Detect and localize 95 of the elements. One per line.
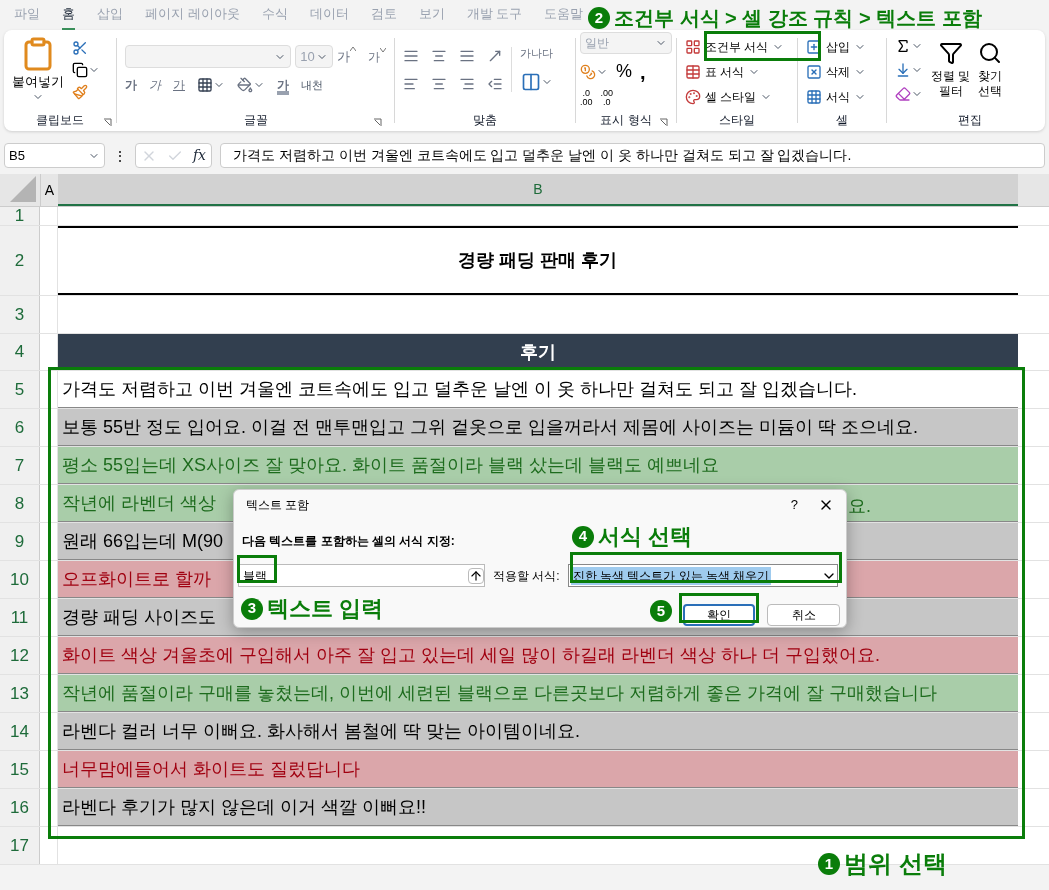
review-cell: 평소 55입는데 XS사이즈 잘 맞아요. 화이트 품절이라 블랙 샀는데 블랙도 예쁘네요 (58, 447, 1018, 484)
row-header[interactable]: 1 (0, 207, 40, 225)
wrap-text-button[interactable]: 가나다 (520, 46, 553, 61)
text-input-field[interactable]: 블랙 (238, 564, 485, 587)
row-header[interactable]: 11 (0, 599, 40, 636)
copy-icon[interactable] (72, 61, 88, 78)
dialog-launcher-icon[interactable] (659, 118, 668, 127)
review-cell: 라벤다 후기가 많지 않은데 이거 색깔 이뻐요!! (58, 789, 1018, 826)
format-label: 적용할 서식: (493, 567, 560, 585)
caret-icon (380, 47, 386, 52)
group-label: 편집 (958, 112, 982, 129)
group-label: 스타일 (719, 112, 755, 129)
cancel-button[interactable]: 취소 (767, 604, 840, 626)
review-cell: 라벤다 컬러 너무 이뻐요. 화사해서 봄철에 딱 맞는 아이템이네요. (58, 713, 1018, 750)
annotation-label: 텍스트 입력 (267, 595, 384, 623)
insert-function-button[interactable]: fx (192, 145, 206, 166)
style-menu-button[interactable]: 조건부 서식 (681, 37, 793, 56)
sort-filter-button[interactable]: 정렬 및 필터 (931, 40, 971, 99)
column-header[interactable]: B (58, 174, 1018, 206)
row-header[interactable]: 8 (0, 485, 40, 522)
cell-menu-button[interactable]: 삽입 (802, 37, 882, 56)
row-header[interactable]: 2 (0, 226, 40, 295)
decrease-decimal-button[interactable]: .00 .0 (600, 89, 614, 107)
cell-menu-button[interactable]: 삭제 (802, 62, 882, 81)
comma-button[interactable]: , (640, 61, 646, 82)
row-header[interactable]: 14 (0, 713, 40, 750)
style-menu-button[interactable]: 셀 스타일 (681, 87, 793, 106)
step-number-badge: 2 (588, 7, 610, 29)
style-icon (685, 38, 701, 55)
dialog-prompt: 다음 텍스트를 포함하는 셀의 서식 지정: (242, 534, 455, 548)
fill-down-icon[interactable] (895, 61, 911, 78)
review-cell: 작년에 품절이라 구매를 놓쳤는데, 이번에 세련된 블랙으로 다른곳보다 저렴하게 좋은 가격에 잘 구매했습니다 (58, 675, 1018, 712)
increase-decimal-button[interactable]: .0 .00 (580, 89, 593, 107)
review-cell: 너무맘에들어서 화이트도 질렀답니다 (58, 751, 1018, 788)
group-label: 셀 (836, 112, 848, 129)
annotation-label: 범위 선택 (844, 849, 947, 879)
currency-icon[interactable] (580, 63, 596, 80)
percent-button[interactable]: % (616, 58, 632, 85)
search-icon (978, 40, 1003, 65)
dialog-launcher-icon[interactable] (373, 118, 382, 127)
row-header[interactable]: 7 (0, 447, 40, 484)
format-painter-icon[interactable] (72, 83, 88, 100)
more-options-button[interactable]: ⋮ (113, 148, 127, 163)
row-header[interactable]: 17 (0, 827, 40, 864)
cell-menu-button[interactable]: 서식 (802, 87, 882, 106)
row-header[interactable]: 13 (0, 675, 40, 712)
cells-icon (806, 88, 822, 105)
row-header[interactable]: 15 (0, 751, 40, 788)
group-label: 클립보드 (36, 112, 84, 129)
row-header[interactable]: 5 (0, 371, 40, 408)
italic-button[interactable]: 가 (149, 76, 161, 94)
cut-icon[interactable] (72, 39, 88, 56)
row-header[interactable]: 16 (0, 789, 40, 826)
row-header[interactable]: 3 (0, 296, 40, 333)
fill-color-icon[interactable] (237, 77, 253, 93)
merge-icon[interactable] (520, 72, 541, 93)
header-cell: 후기 (58, 334, 1018, 370)
formula-field[interactable]: 가격도 저렴하고 이번 겨울엔 코트속에도 입고 덜추운 날엔 이 옷 하나만 걸쳐도 되고 잘 입겠습니다. (220, 143, 1045, 168)
find-select-button[interactable]: 찾기 선택 (978, 40, 1003, 99)
dialog-launcher-icon[interactable] (103, 118, 112, 127)
row-header[interactable]: 10 (0, 561, 40, 598)
font-color-button[interactable]: 가 (277, 76, 289, 94)
paste-button[interactable]: 붙여넣기 (12, 35, 64, 104)
style-icon (685, 88, 701, 105)
phonetic-button[interactable]: 내천 (301, 76, 323, 94)
group-label: 표시 형식 (600, 112, 652, 129)
eraser-icon[interactable] (895, 85, 911, 102)
bold-button[interactable]: 가 (125, 76, 137, 94)
font-name-field[interactable] (125, 45, 292, 68)
row-header[interactable]: 9 (0, 523, 40, 560)
dialog-title: 텍스트 포함 (246, 497, 310, 514)
help-button[interactable]: ? (790, 495, 798, 515)
border-icon[interactable] (197, 77, 213, 93)
grow-font-button[interactable]: 가 (337, 46, 356, 67)
name-box[interactable]: B5 (4, 143, 105, 168)
collapse-icon[interactable] (468, 567, 484, 584)
step-number-badge: 1 (818, 853, 840, 875)
style-icon (685, 63, 701, 80)
style-menu-button[interactable]: 표 서식 (681, 62, 793, 81)
group-label: 글꼴 (243, 112, 268, 129)
row-header[interactable]: 12 (0, 637, 40, 674)
shrink-font-button[interactable]: 가 (368, 47, 386, 66)
row-header[interactable]: 4 (0, 334, 40, 370)
underline-button[interactable]: 가 (173, 76, 185, 94)
title-cell: 경량 패딩 판매 후기 (58, 226, 1018, 295)
review-cell: 보통 55반 정도 입어요. 이걸 전 맨투맨입고 그위 겉옷으로 입을꺼라서 제몸에 사이즈는 미듐이 딱 조으네요. (58, 409, 1018, 446)
annotation-label: 서식 선택 (598, 523, 693, 551)
caret-up-icon (350, 46, 356, 51)
filter-icon (938, 40, 963, 65)
sum-icon[interactable] (895, 37, 911, 54)
cells-icon (806, 63, 822, 80)
row-header[interactable]: 6 (0, 409, 40, 446)
review-cell: 화이트 색상 겨울초에 구입해서 아주 잘 입고 있는데 세일 많이 하길래 라벤더 색상 하나 더 구입했어요. (58, 637, 1018, 674)
annotation-label: 조건부 서식 > 셀 강조 규칙 > 텍스트 포함 (614, 6, 982, 31)
group-label: 맞춤 (473, 112, 497, 129)
